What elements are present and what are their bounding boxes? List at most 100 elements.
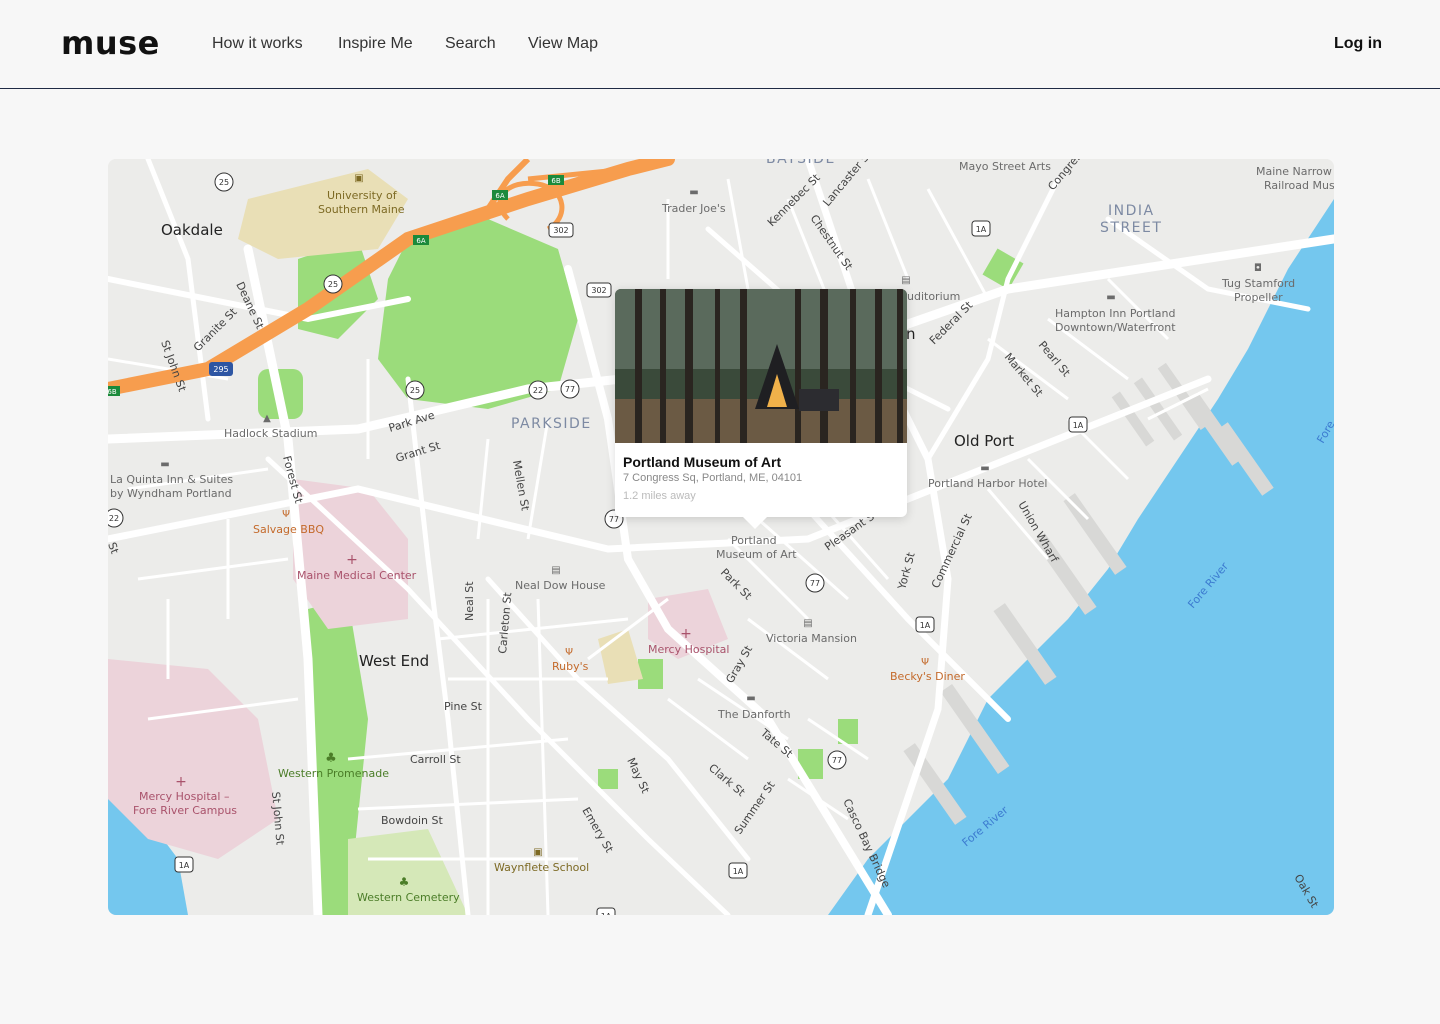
route-25-shield-2: 25: [323, 274, 343, 294]
svg-text:302: 302: [591, 286, 606, 295]
svg-text:1A: 1A: [601, 912, 612, 915]
nav-search[interactable]: Search: [445, 35, 496, 53]
place-victoria-mansion: Victoria Mansion: [766, 632, 857, 645]
popup-address: 7 Congress Sq, Portland, ME, 04101: [623, 472, 803, 484]
svg-text:25: 25: [410, 386, 420, 395]
place-rubys: Ruby's: [552, 660, 589, 673]
place-western-cemetery: Western Cemetery: [357, 891, 460, 904]
place-western-promenade: Western Promenade: [278, 767, 389, 780]
nav-view-map[interactable]: View Map: [528, 35, 598, 53]
route-25-shield-3: 25: [405, 380, 425, 400]
place-railroad-2: Railroad Muse: [1264, 179, 1334, 192]
restaurant-icon: Ψ: [565, 647, 573, 658]
route-25-shield-1: 25: [214, 172, 234, 192]
route-1a-shield-2: 1A: [1068, 416, 1088, 433]
route-302-shield: 302: [548, 222, 574, 238]
popup-title[interactable]: Portland Museum of Art: [623, 454, 781, 470]
place-portland-harbor-hotel: Portland Harbor Hotel: [928, 477, 1047, 490]
map-canvas[interactable]: 25 25 25 22 77 77 77 22 77 302 302 1A 1A…: [108, 159, 1334, 915]
svg-text:302: 302: [553, 226, 568, 235]
route-1a-shield-6: 1A: [596, 907, 616, 915]
neighborhood-street: STREET: [1100, 220, 1162, 236]
museum-photo[interactable]: [615, 289, 907, 443]
route-1a-shield-3: 1A: [915, 616, 935, 633]
camera-icon: ◘: [1254, 263, 1262, 274]
place-salvage-bbq: Salvage BBQ: [253, 523, 324, 536]
place-tug-2: Propeller: [1234, 291, 1283, 304]
place-beckys-diner: Becky's Diner: [890, 670, 965, 683]
university-icon: ▣: [354, 173, 363, 184]
place-mercy-fore-2: Fore River Campus: [133, 804, 237, 817]
route-1a-shield-4: 1A: [728, 862, 748, 879]
svg-text:6B: 6B: [108, 388, 117, 396]
school-icon: ▣: [533, 847, 542, 858]
neighborhood-india: INDIA: [1108, 203, 1155, 219]
street-pine: Pine St: [444, 700, 483, 713]
exit-6a-sign-1: 6A: [492, 190, 508, 200]
museum-popup-card[interactable]: Portland Museum of Art 7 Congress Sq, Po…: [615, 289, 907, 529]
route-1a-shield-1: 1A: [971, 220, 991, 237]
svg-text:25: 25: [219, 178, 229, 187]
route-1a-shield-5: 1A: [174, 856, 194, 873]
place-neal-dow-house: Neal Dow House: [515, 579, 606, 592]
place-waynflete: Waynflete School: [494, 861, 589, 874]
place-auditorium: uditorium: [907, 290, 960, 303]
neighborhood-old-port: Old Port: [954, 432, 1014, 450]
svg-text:295: 295: [213, 365, 228, 374]
svg-text:6A: 6A: [495, 192, 504, 200]
svg-text:1A: 1A: [1073, 421, 1084, 430]
hotel-icon: ▬: [1106, 292, 1115, 303]
museum-icon: ▤: [803, 618, 812, 629]
route-77-shield-3: 77: [827, 750, 847, 770]
street-carroll: Carroll St: [410, 753, 461, 766]
svg-text:77: 77: [810, 579, 820, 588]
svg-text:6A: 6A: [416, 237, 425, 245]
svg-text:1A: 1A: [976, 225, 987, 234]
top-nav-bar: muse How it works Inspire Me Search View…: [0, 0, 1440, 89]
exit-6a-sign-2: 6A: [413, 235, 429, 245]
theater-icon: ▤: [901, 275, 910, 286]
hospital-cross-icon: +: [680, 626, 692, 642]
neighborhood-bayside: BAYSIDE: [766, 159, 836, 167]
hotel-icon: ▬: [160, 459, 169, 470]
restaurant-icon: Ψ: [282, 509, 290, 520]
route-77-shield-2: 77: [805, 573, 825, 593]
hospital-cross-icon: +: [175, 774, 187, 790]
svg-text:1A: 1A: [920, 621, 931, 630]
nav-how-it-works[interactable]: How it works: [212, 35, 303, 53]
route-77-shield-1: 77: [560, 379, 580, 399]
place-mercy-hospital: Mercy Hospital: [648, 643, 729, 656]
svg-text:6B: 6B: [551, 177, 560, 185]
place-usm-2: Southern Maine: [318, 203, 405, 216]
place-hampton-1: Hampton Inn Portland: [1055, 307, 1175, 320]
store-icon: ▬: [689, 187, 698, 198]
svg-text:1A: 1A: [733, 867, 744, 876]
restaurant-icon: Ψ: [921, 657, 929, 668]
svg-text:77: 77: [832, 756, 842, 765]
interstate-295-shield: 295: [209, 362, 233, 376]
tree-icon: ♣: [325, 751, 337, 766]
place-railroad-1: Maine Narrow G: [1256, 165, 1334, 178]
route-22-shield-2: 22: [108, 508, 124, 528]
place-la-quinta-2: by Wyndham Portland: [110, 487, 232, 500]
place-hampton-2: Downtown/Waterfront: [1055, 321, 1176, 334]
place-mercy-fore-1: Mercy Hospital –: [139, 790, 229, 803]
place-pma-2: Museum of Art: [716, 548, 797, 561]
popup-distance: 1.2 miles away: [623, 490, 696, 502]
map-view[interactable]: 25 25 25 22 77 77 77 22 77 302 302 1A 1A…: [108, 159, 1334, 915]
route-302-shield-2: 302: [586, 282, 612, 298]
stadium-icon: ▲: [263, 413, 271, 424]
login-link[interactable]: Log in: [1334, 35, 1382, 53]
svg-text:22: 22: [109, 514, 119, 523]
place-pma-1: Portland: [731, 534, 777, 547]
svg-text:22: 22: [533, 386, 543, 395]
nav-inspire-me[interactable]: Inspire Me: [338, 35, 413, 53]
place-trader-joes: Trader Joe's: [661, 202, 726, 215]
exit-6b-sign-2: 6B: [108, 386, 120, 396]
muse-logo[interactable]: muse: [61, 24, 160, 62]
place-maine-medical: Maine Medical Center: [297, 569, 417, 582]
neighborhood-west-end: West End: [359, 652, 429, 670]
neighborhood-parkside: PARKSIDE: [511, 416, 592, 432]
exit-6b-sign-1: 6B: [548, 175, 564, 185]
neighborhood-oakdale: Oakdale: [161, 221, 223, 239]
